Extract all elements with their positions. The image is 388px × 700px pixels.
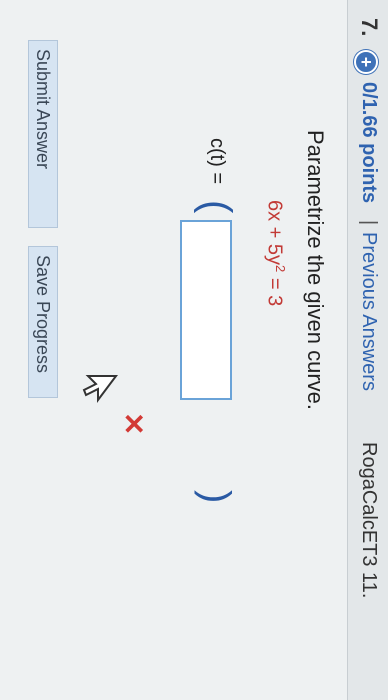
separator: | <box>358 220 380 226</box>
question-panel: 7. + 0/1.66 points | Previous Answers Ro… <box>0 0 388 700</box>
save-progress-button[interactable]: Save Progress <box>28 246 58 398</box>
equation-right: = 3 <box>263 272 286 307</box>
curve-equation: 6x + 5y2 = 3 <box>262 200 288 306</box>
question-header: 7. + 0/1.66 points | Previous Answers Ro… <box>347 0 388 700</box>
question-prompt: Parametrize the given curve. <box>303 130 328 411</box>
open-paren: ( <box>192 200 240 214</box>
plus-icon[interactable]: + <box>354 50 378 74</box>
answer-input[interactable] <box>180 220 232 400</box>
question-number: 7. <box>357 18 382 37</box>
close-paren: ) <box>194 490 238 504</box>
points-label: 0/1.66 points <box>358 82 380 204</box>
submit-answer-button[interactable]: Submit Answer <box>28 40 58 228</box>
mouse-cursor-icon <box>82 375 118 403</box>
incorrect-x-icon: ✕ <box>118 412 149 436</box>
problem-source: RogaCalcET3 11. <box>358 442 380 599</box>
parametrization-label: c(t) = <box>206 138 228 185</box>
previous-answers-link[interactable]: Previous Answers <box>357 232 380 391</box>
equation-left: 6x + 5y <box>263 200 286 266</box>
